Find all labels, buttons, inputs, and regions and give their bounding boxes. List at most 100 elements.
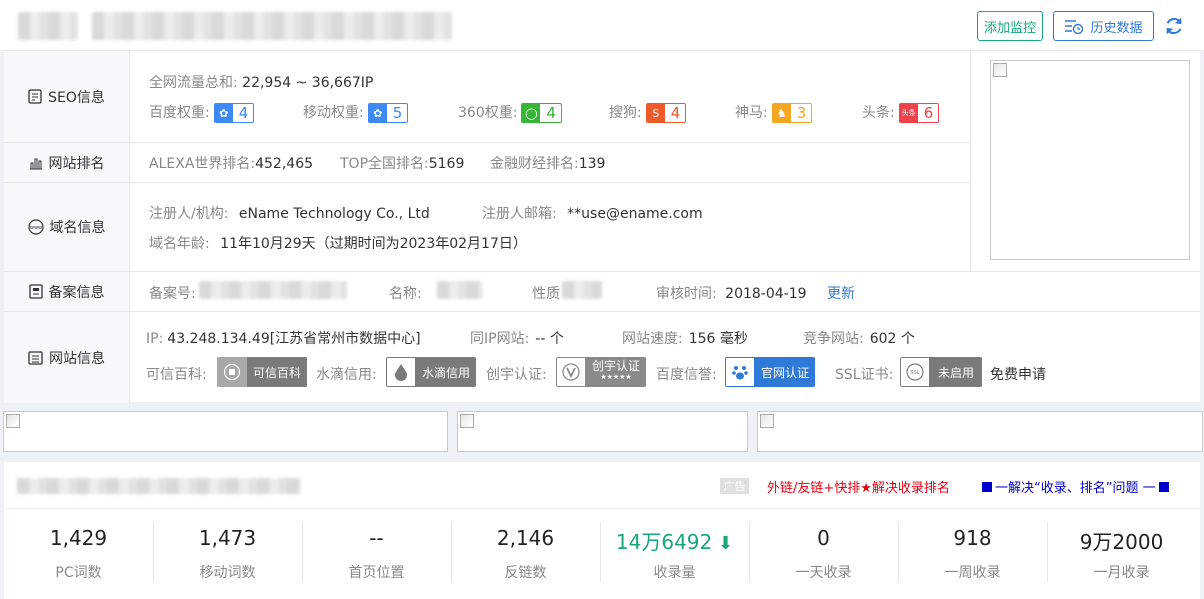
site-info-panel: SEO信息 网站排名 www 域名信息 备案信息 网站信息 全网流量总和: 22…	[4, 50, 1200, 403]
compete-field: 竞争网站: 602 个	[803, 328, 915, 348]
beian-number-label: 备案号:	[149, 286, 196, 302]
baidu-credit-badge-label: 官网认证	[761, 365, 810, 380]
bar-chart-icon	[29, 158, 42, 169]
toutiao-weight[interactable]: 头条: 头条 6	[862, 102, 940, 123]
shuidi-badge-label: 水滴信用	[422, 365, 471, 380]
shuidi-badge[interactable]: 水滴信用	[386, 357, 477, 387]
stat-value: 1,473	[198, 526, 257, 550]
stat-label: 一月收录	[1093, 565, 1150, 581]
kexin-badge[interactable]: 可信百科	[217, 357, 308, 387]
chuangyu-badge[interactable]: 创宇认证 ★★★★★	[556, 357, 647, 387]
baidu-credit-badge[interactable]: 官网认证	[725, 357, 816, 387]
domain-label: 域名信息	[49, 220, 106, 236]
stat-indexed[interactable]: 14万6492 ⬇ 收录量	[600, 510, 749, 599]
speed-label: 网站速度:	[622, 331, 683, 347]
stat-label: 一周收录	[944, 565, 1001, 581]
registrant: 注册人/机构: eName Technology Co., Ltd	[149, 203, 430, 223]
list-icon	[28, 350, 43, 365]
stat-label: PC词数	[55, 565, 102, 581]
same-ip-field: 同IP网站: -- 个	[470, 328, 564, 348]
kexin-shield-icon	[217, 357, 247, 387]
history-icon	[1065, 20, 1084, 34]
registrant-email: 注册人邮箱: **use@ename.com	[482, 203, 703, 223]
stat-value: 2,146	[496, 526, 555, 550]
sogou-icon: S	[646, 104, 665, 122]
site-thumbnail-broken-image	[990, 60, 1190, 260]
domain-row-label: www 域名信息	[4, 183, 130, 271]
beian-name: 名称:	[389, 283, 422, 303]
update-link[interactable]: 更新	[827, 283, 855, 303]
stats-title-redacted	[17, 478, 301, 494]
beian-number-redacted	[199, 281, 347, 299]
shenma-weight[interactable]: 神马: ♞ 3	[735, 102, 813, 123]
document-icon	[28, 89, 42, 104]
chuangyu-stars: ★★★★★	[600, 373, 632, 381]
add-monitor-button[interactable]: 添加监控	[977, 11, 1043, 41]
mobile-weight-label: 移动权重:	[303, 105, 364, 121]
stat-home-position[interactable]: -- 首页位置	[302, 510, 451, 599]
stat-label: 反链数	[504, 565, 547, 581]
stat-value-indexed: 14万6492 ⬇	[600, 526, 749, 555]
seo-row-label: SEO信息	[4, 51, 130, 142]
rank-row-label: 网站排名	[4, 143, 130, 182]
stat-label: 收录量	[653, 565, 696, 581]
stat-mobile-words[interactable]: 1,473 移动词数	[153, 510, 302, 599]
index-stats-panel: 广告 外链/友链+快排★解决收录排名 一解决“收录、排名”问题 一 1,429 …	[4, 462, 1200, 599]
ad-link-blue[interactable]: 一解决“收录、排名”问题 一	[982, 477, 1169, 496]
www-globe-icon: www	[27, 219, 44, 235]
top-rank: TOP全国排名:5169	[340, 153, 464, 173]
svg-text:SSL: SSL	[910, 370, 919, 376]
refresh-icon[interactable]	[1163, 15, 1185, 37]
stat-week-indexed[interactable]: 918 一周收录	[898, 510, 1047, 599]
baidu-credit-label: 百度信誉:	[656, 367, 717, 383]
ad-link-red[interactable]: 外链/友链+快排★解决收录排名	[767, 477, 950, 496]
mobile-weight-value: 5	[392, 104, 403, 122]
chuangyu-badge-label: 创宇认证	[592, 359, 641, 373]
shuidi-label: 水滴信用:	[316, 367, 377, 383]
seo-label: SEO信息	[48, 89, 105, 106]
beian-row-label: 备案信息	[4, 272, 130, 311]
svg-text:www: www	[29, 225, 41, 231]
stat-label: 首页位置	[348, 565, 405, 581]
compete-label: 竞争网站:	[803, 331, 864, 347]
stat-backlinks[interactable]: 2,146 反链数	[451, 510, 600, 599]
top-rank-label: TOP全国排名:	[340, 156, 429, 172]
registrant-value: eName Technology Co., Ltd	[238, 206, 430, 222]
stat-label: 一天收录	[795, 565, 852, 581]
ssl-badge[interactable]: SSL 未启用	[900, 357, 983, 387]
banner-ad-3[interactable]	[757, 411, 1203, 452]
baidu-weight[interactable]: 百度权重: ✿ 4	[149, 102, 255, 123]
domain-age: 域名年龄: 11年10月29天（过期时间为2023年02月17日）	[149, 233, 527, 253]
stat-day-indexed[interactable]: 0 一天收录	[749, 510, 898, 599]
ssl-free-apply-link[interactable]: 免费申请	[990, 364, 1046, 384]
360-icon: ◯	[522, 104, 541, 122]
shenma-horse-icon: ♞	[772, 104, 791, 122]
site-logo-redacted	[18, 12, 78, 40]
chuangyu-label: 创宇认证:	[486, 367, 547, 383]
360-weight-label: 360权重:	[458, 105, 518, 121]
baidu-weight-value: 4	[238, 104, 249, 122]
stat-month-indexed[interactable]: 9万2000 一月收录	[1047, 510, 1196, 599]
ip-value: 43.248.134.49[江苏省常州市数据中心]	[167, 331, 421, 347]
banner-ad-1[interactable]	[3, 411, 448, 452]
360-weight[interactable]: 360权重: ◯ 4	[458, 102, 562, 123]
beian-name-redacted	[437, 281, 483, 299]
stat-pc-words[interactable]: 1,429 PC词数	[4, 510, 153, 599]
history-button-label: 历史数据	[1090, 20, 1143, 36]
history-data-button[interactable]: 历史数据	[1053, 11, 1154, 41]
water-drop-icon	[386, 357, 416, 387]
baidu-paw-icon: ✿	[214, 104, 233, 122]
review-time: 审核时间: 2018-04-19	[656, 283, 807, 303]
banner-ad-2[interactable]	[457, 411, 748, 452]
top-rank-value: 5169	[428, 156, 465, 172]
beian-nature-redacted	[562, 281, 602, 299]
sogou-weight[interactable]: 搜狗: S 4	[609, 102, 687, 123]
domain-age-value: 11年10月29天（过期时间为2023年02月17日）	[220, 236, 527, 252]
kexin-label: 可信百科:	[146, 367, 207, 383]
finance-rank: 金融财经排名:139	[490, 153, 605, 173]
alexa-rank-label: ALEXA世界排名:	[149, 156, 256, 172]
stat-value: 0	[817, 526, 830, 550]
mobile-weight[interactable]: 移动权重: ✿ 5	[303, 102, 409, 123]
ssl-label: SSL证书:	[835, 367, 894, 383]
baidu-weight-label: 百度权重:	[149, 105, 210, 121]
